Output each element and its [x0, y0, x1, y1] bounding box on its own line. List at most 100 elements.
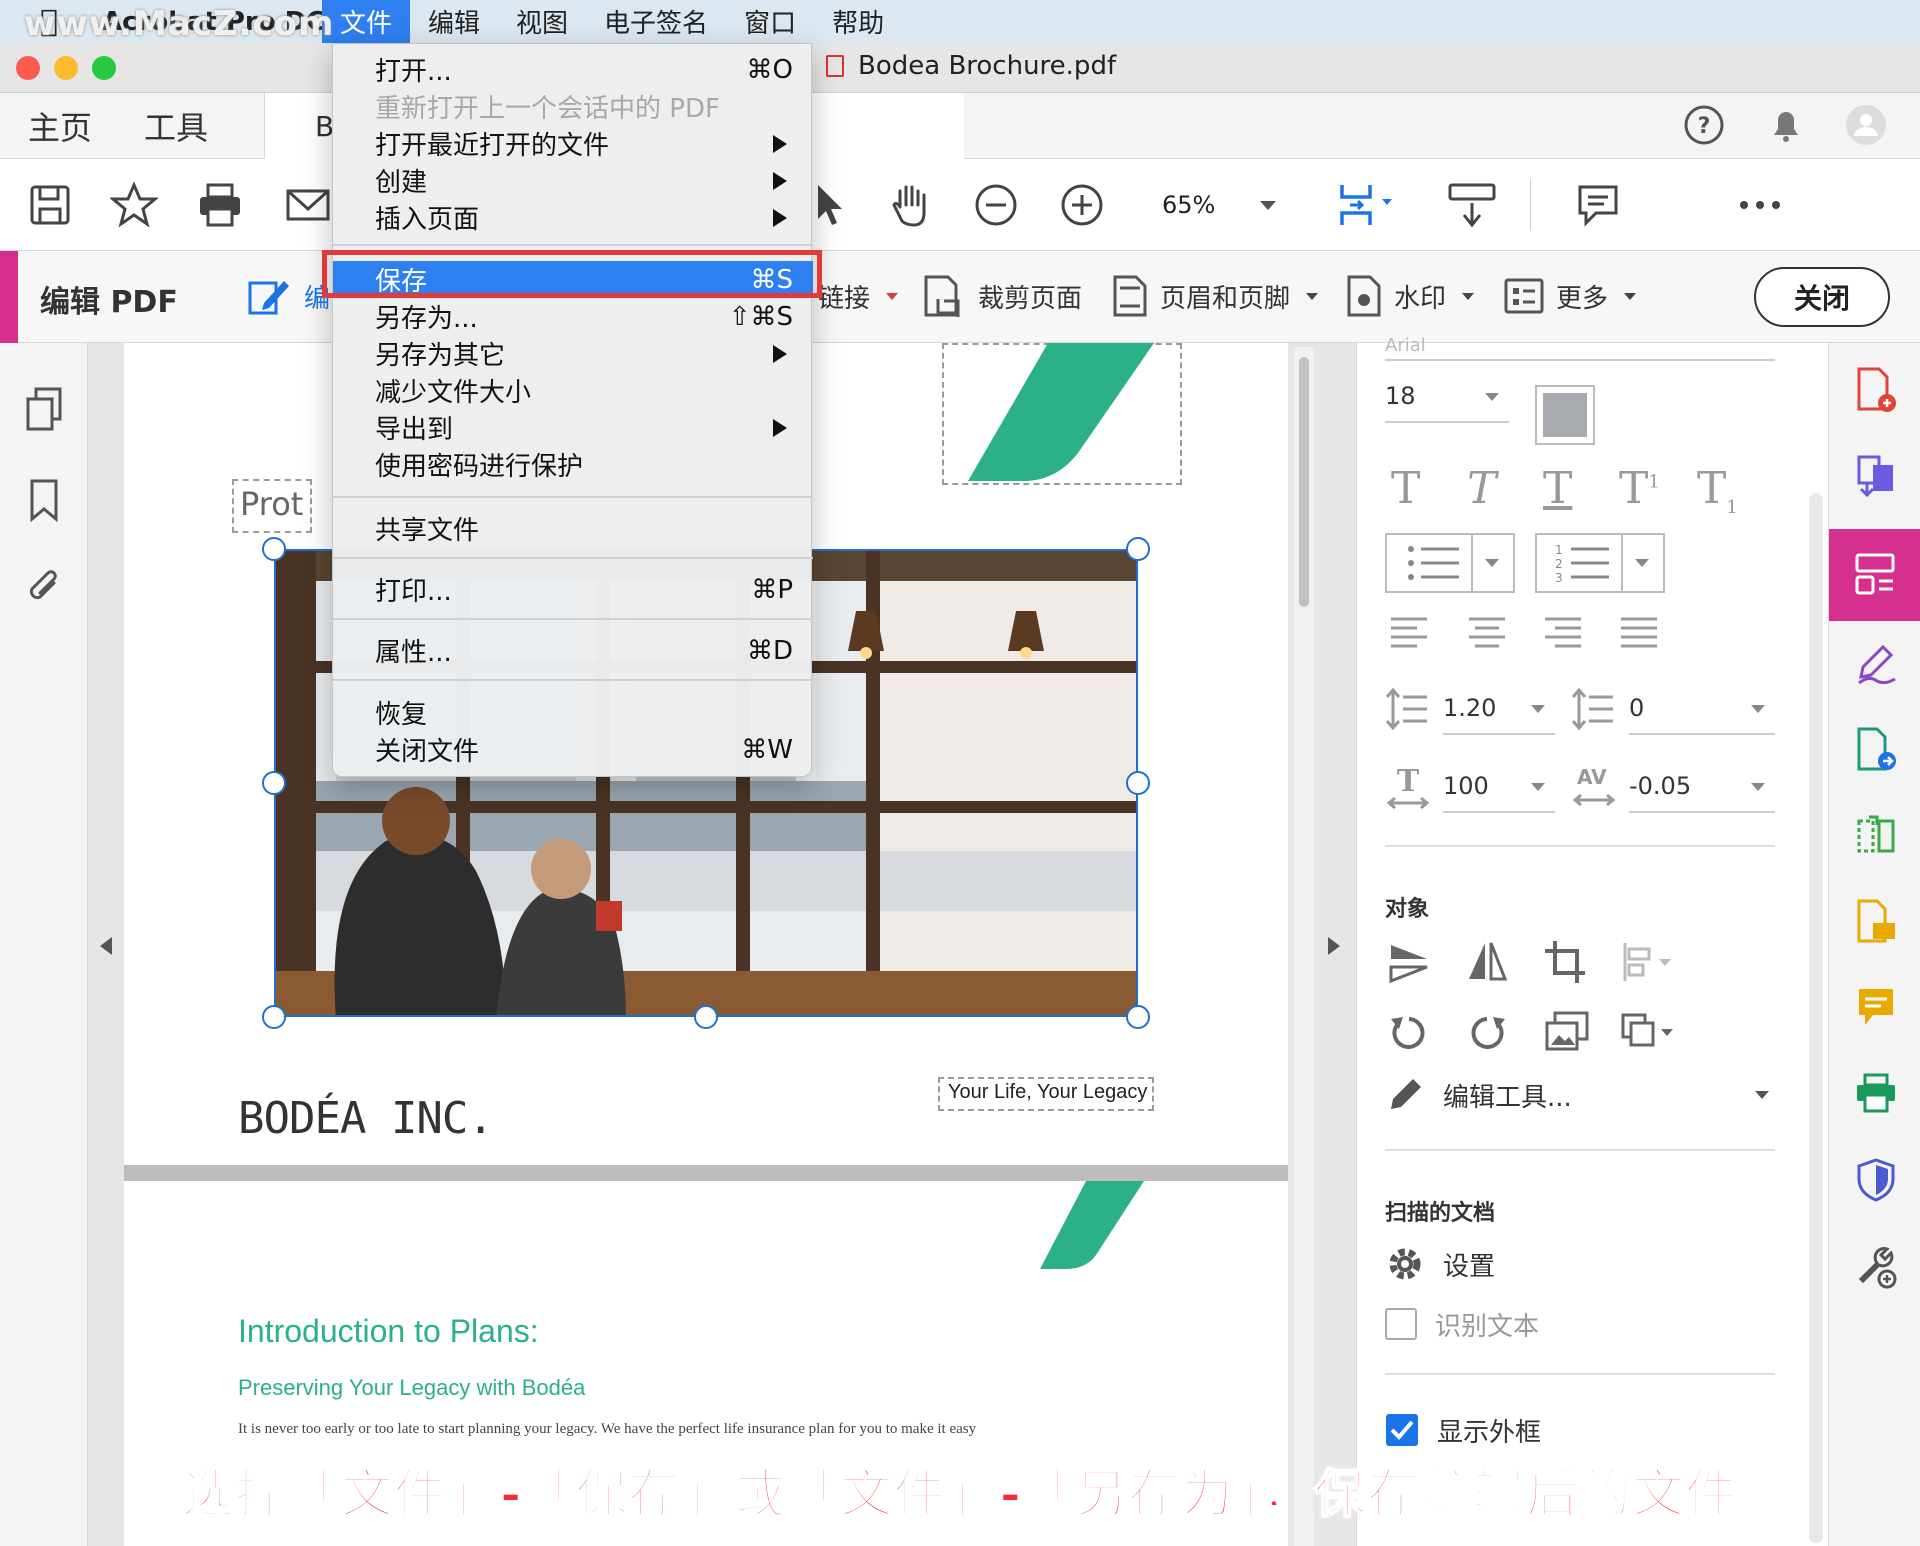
menu-item-reduce-size[interactable]: 减少文件大小 — [333, 372, 813, 409]
rotate-right-icon[interactable] — [1465, 1009, 1509, 1055]
bell-icon[interactable] — [1764, 103, 1808, 147]
close-edit-button[interactable]: 关闭 — [1754, 267, 1890, 327]
page-thumbnails-icon[interactable] — [24, 387, 64, 433]
fill-sign-icon[interactable] — [1855, 641, 1897, 687]
menu-item-print[interactable]: 打印... ⌘P — [333, 571, 813, 608]
minimize-window-button[interactable] — [54, 56, 78, 80]
resize-handle[interactable] — [1126, 537, 1150, 561]
menu-file[interactable]: 文件 — [322, 0, 411, 43]
send-for-comments-icon[interactable] — [1855, 899, 1897, 945]
create-pdf-icon[interactable] — [1855, 367, 1897, 413]
recognize-text-checkbox[interactable] — [1385, 1308, 1417, 1340]
menu-item-open[interactable]: 打开... ⌘O — [333, 51, 813, 88]
paragraph-spacing-select[interactable]: 0 — [1629, 683, 1775, 735]
flip-horizontal-icon[interactable] — [1465, 939, 1509, 985]
bullet-list-dropdown[interactable] — [1385, 533, 1515, 593]
menu-item-export[interactable]: 导出到 — [333, 409, 813, 446]
align-left-icon[interactable] — [1389, 615, 1429, 651]
attachment-icon[interactable] — [24, 565, 64, 611]
export-pdf-icon[interactable] — [1855, 727, 1897, 773]
more-tools-wrench-icon[interactable] — [1855, 1243, 1897, 1289]
menu-help[interactable]: 帮助 — [814, 0, 902, 43]
menu-view[interactable]: 视图 — [498, 0, 586, 43]
tab-tools[interactable]: 工具 — [144, 93, 208, 159]
keyboard-scroll-icon[interactable] — [1446, 181, 1498, 229]
collapse-left-icon[interactable] — [100, 937, 112, 955]
intro-title[interactable]: Introduction to Plans: — [238, 1313, 539, 1350]
align-justify-icon[interactable] — [1619, 615, 1659, 651]
replace-image-icon[interactable] — [1543, 1009, 1591, 1055]
print-icon[interactable] — [196, 181, 244, 229]
header-footer-button[interactable]: 页眉和页脚 — [1112, 271, 1319, 321]
text-bold-icon[interactable]: T — [1391, 463, 1420, 514]
font-color-swatch[interactable] — [1535, 385, 1595, 445]
flip-vertical-icon[interactable] — [1387, 939, 1431, 985]
align-center-icon[interactable] — [1467, 615, 1507, 651]
edit-pdf-tool-active[interactable] — [1829, 529, 1920, 621]
tagline-text[interactable]: Your Life, Your Legacy — [948, 1081, 1147, 1104]
scan-settings-button[interactable]: 设置 — [1385, 1239, 1495, 1289]
menu-item-save-as[interactable]: 另存为... ⇧⌘S — [333, 298, 813, 335]
zoom-window-button[interactable] — [92, 56, 116, 80]
email-icon[interactable] — [284, 181, 332, 229]
text-italic-icon[interactable]: T — [1467, 463, 1496, 514]
zoom-level-dropdown[interactable]: 65% — [1150, 183, 1290, 227]
prot-text[interactable]: Prot — [240, 485, 303, 523]
bookmark-icon[interactable] — [24, 477, 64, 523]
menu-item-save-as-other[interactable]: 另存为其它 — [333, 335, 813, 372]
rotate-left-icon[interactable] — [1387, 1009, 1431, 1055]
tab-home[interactable]: 主页 — [28, 93, 92, 159]
menu-item-open-recent[interactable]: 打开最近打开的文件 — [333, 125, 813, 162]
menu-esign[interactable]: 电子签名 — [586, 0, 726, 43]
more-options-icon[interactable] — [1730, 181, 1790, 229]
show-bounding-box-option[interactable]: 显示外框 — [1385, 1405, 1541, 1455]
menu-item-revert[interactable]: 恢复 — [333, 694, 813, 731]
link-button[interactable]: 链接 — [818, 271, 899, 321]
close-window-button[interactable] — [16, 56, 40, 80]
text-underline-icon[interactable]: T — [1543, 463, 1572, 514]
checked-checkbox-icon[interactable] — [1385, 1413, 1419, 1447]
vertical-scrollbar[interactable] — [1294, 347, 1314, 1546]
align-objects-icon[interactable] — [1619, 939, 1679, 985]
text-subscript-icon[interactable]: T1 — [1697, 463, 1738, 518]
menu-item-properties[interactable]: 属性... ⌘D — [333, 632, 813, 669]
combine-files-icon[interactable] — [1855, 453, 1897, 499]
numbered-list-dropdown[interactable]: 123 — [1535, 533, 1665, 593]
resize-handle[interactable] — [262, 537, 286, 561]
menu-window[interactable]: 窗口 — [726, 0, 814, 43]
comment-tool-icon[interactable] — [1855, 985, 1897, 1031]
resize-handle[interactable] — [262, 771, 286, 795]
organize-pages-icon[interactable] — [1855, 813, 1897, 859]
line-spacing-select[interactable]: 1.20 — [1443, 683, 1555, 735]
crop-pages-button[interactable]: 裁剪页面 — [922, 271, 1082, 321]
resize-handle[interactable] — [1126, 1005, 1150, 1029]
scroll-thumb[interactable] — [1299, 357, 1309, 607]
arrange-icon[interactable] — [1619, 1009, 1679, 1055]
align-right-icon[interactable] — [1543, 615, 1583, 651]
menu-item-protect[interactable]: 使用密码进行保护 — [333, 446, 813, 483]
more-button[interactable]: 更多 — [1504, 271, 1637, 321]
font-family-field[interactable]: Arial — [1385, 331, 1775, 361]
zoom-in-icon[interactable] — [1058, 181, 1106, 229]
collapse-right-icon[interactable] — [1328, 937, 1340, 955]
character-spacing-select[interactable]: -0.05 — [1629, 761, 1775, 813]
hand-tool-icon[interactable] — [886, 181, 934, 229]
panel-scrollbar[interactable] — [1809, 493, 1823, 1543]
menu-edit[interactable]: 编辑 — [410, 0, 498, 43]
select-cursor-icon[interactable] — [806, 181, 854, 229]
menu-item-close-file[interactable]: 关闭文件 ⌘W — [333, 731, 813, 768]
star-icon[interactable] — [110, 181, 158, 229]
crop-icon[interactable] — [1543, 939, 1587, 985]
menu-item-insert-pages[interactable]: 插入页面 — [333, 199, 813, 236]
horizontal-scale-select[interactable]: 100 — [1443, 761, 1555, 813]
save-icon[interactable] — [26, 181, 74, 229]
menu-item-create[interactable]: 创建 — [333, 162, 813, 199]
help-icon[interactable]: ? — [1682, 103, 1726, 147]
intro-body-text[interactable]: It is never too early or too late to sta… — [238, 1421, 976, 1438]
menu-item-share[interactable]: 共享文件 — [333, 510, 813, 547]
user-avatar-icon[interactable] — [1844, 103, 1888, 147]
intro-subtitle[interactable]: Preserving Your Legacy with Bodéa — [238, 1375, 585, 1401]
print-production-icon[interactable] — [1855, 1071, 1897, 1117]
edit-tools-dropdown[interactable]: 编辑工具... — [1385, 1069, 1775, 1121]
recognize-text-option[interactable]: 识别文本 — [1385, 1299, 1539, 1349]
